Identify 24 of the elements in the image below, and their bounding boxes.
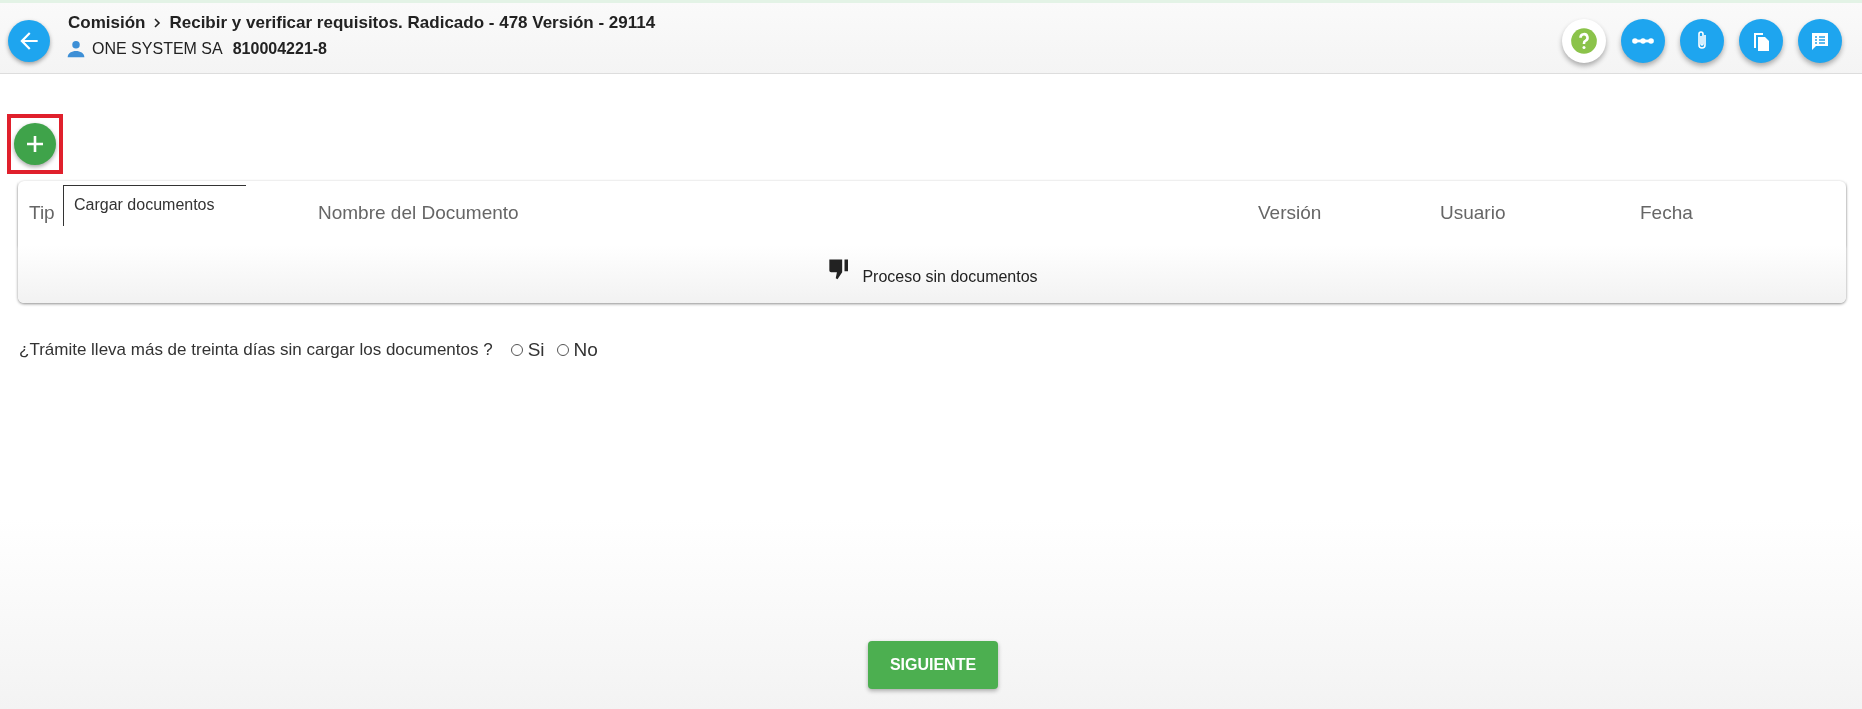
company-id: 810004221-8: [232, 40, 327, 58]
question-text: ¿Trámite lleva más de treinta días sin cargar los documentos ?: [19, 340, 493, 360]
help-button[interactable]: [1562, 19, 1606, 63]
radio-option[interactable]: Si: [510, 339, 545, 361]
column-header: Usuario: [1440, 202, 1506, 223]
column-header: Nombre del Documento: [318, 202, 519, 223]
flow-button[interactable]: [1621, 19, 1665, 63]
attach-button[interactable]: [1680, 19, 1724, 63]
person-icon: [66, 39, 86, 59]
radio-option[interactable]: No: [556, 339, 598, 361]
column-header: Fecha: [1640, 202, 1693, 223]
dots-line-icon: [1632, 38, 1654, 44]
column-header: Tip: [29, 202, 55, 223]
back-button[interactable]: [8, 20, 50, 62]
comments-button[interactable]: [1798, 19, 1842, 63]
question-icon: [1570, 27, 1598, 55]
empty-message: Proceso sin documentos: [862, 268, 1038, 286]
column-header: Versión: [1258, 202, 1322, 223]
breadcrumb-item[interactable]: Comisión: [68, 13, 146, 33]
breadcrumb-item: Recibir y verificar requisitos. Radicado - 478 Versión - 29114: [169, 13, 656, 33]
documents-button[interactable]: [1739, 19, 1783, 63]
add-button[interactable]: [14, 123, 56, 165]
company-name: ONE SYSTEM SA: [92, 40, 223, 58]
tooltip: Cargar documentos: [63, 185, 246, 226]
